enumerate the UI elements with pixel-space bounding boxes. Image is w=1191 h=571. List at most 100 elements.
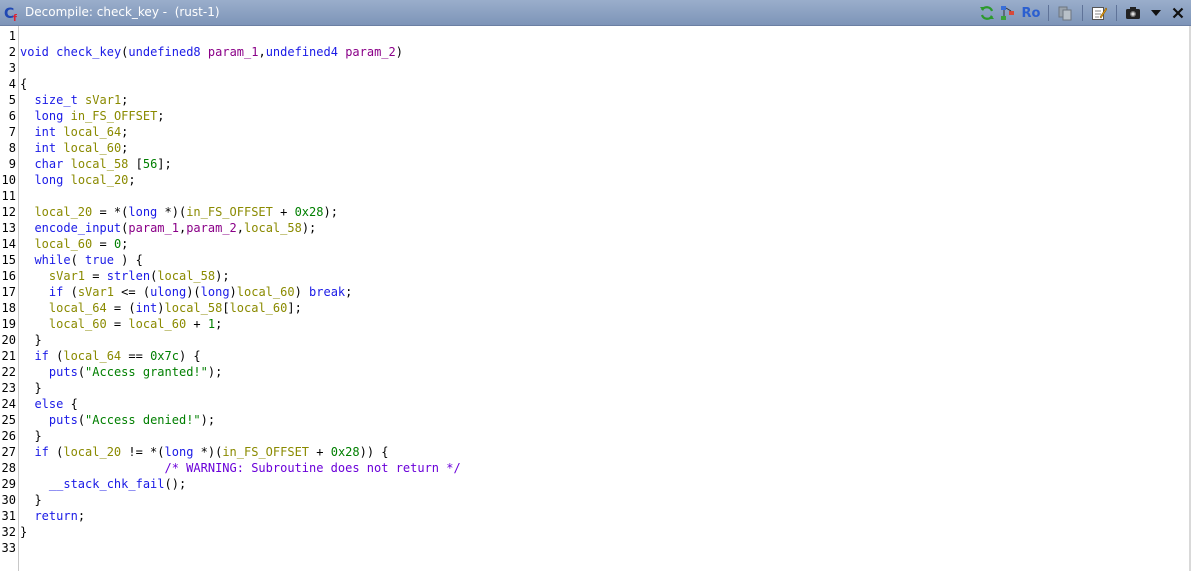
code-token-punc: ; <box>121 237 129 251</box>
code-token-param[interactable]: param_1 <box>128 221 179 235</box>
code-line[interactable]: 6 long in_FS_OFFSET; <box>0 108 1191 124</box>
code-line[interactable]: 33 <box>0 540 1191 556</box>
code-token-var[interactable]: local_60 <box>237 285 295 299</box>
code-line[interactable]: 11 <box>0 188 1191 204</box>
code-token-punc: ; <box>77 509 86 523</box>
window-titlebar: C f Decompile: check_key - (rust-1) Ro <box>0 0 1191 26</box>
code-token-var[interactable]: local_58 <box>71 157 129 171</box>
code-token-fn[interactable]: encode_input <box>34 221 121 235</box>
code-token-var[interactable]: local_60 <box>49 317 107 331</box>
code-token-var[interactable]: local_60 <box>34 237 92 251</box>
code-line[interactable]: 18 local_64 = (int)local_58[local_60]; <box>0 300 1191 316</box>
code-line[interactable]: 5 size_t sVar1; <box>0 92 1191 108</box>
edit-icon[interactable] <box>1090 3 1108 23</box>
code-token-var[interactable]: sVar1 <box>78 285 114 299</box>
code-line[interactable]: 3 <box>0 60 1191 76</box>
code-token-fn[interactable]: puts <box>49 365 78 379</box>
code-token-var[interactable]: local_64 <box>63 349 121 363</box>
code-line[interactable]: 31 return; <box>0 508 1191 524</box>
code-token-param[interactable]: param_2 <box>186 221 237 235</box>
code-line[interactable]: 23 } <box>0 380 1191 396</box>
code-token-fn[interactable]: strlen <box>107 269 150 283</box>
code-token-str: "Access granted!" <box>85 365 208 379</box>
code-token-var[interactable]: in_FS_OFFSET <box>71 109 158 123</box>
refresh-icon[interactable] <box>978 3 996 23</box>
code-line[interactable]: 9 char local_58 [56]; <box>0 156 1191 172</box>
code-line[interactable]: 16 sVar1 = strlen(local_58); <box>0 268 1191 284</box>
code-token-punc: ]; <box>157 157 172 171</box>
decompiler-code-view[interactable]: 1 2 void check_key(undefined8 param_1,unde… <box>0 28 1191 556</box>
code-token-punc <box>20 269 49 283</box>
line-number: 19 <box>1 317 16 331</box>
code-text: void check_key(undefined8 param_1,undefi… <box>20 44 403 60</box>
code-token-param[interactable]: param_2 <box>345 45 396 59</box>
code-line[interactable]: 10 long local_20; <box>0 172 1191 188</box>
code-token-punc: ); <box>200 413 216 427</box>
code-token-var[interactable]: local_20 <box>63 445 121 459</box>
code-token-punc: ) <box>229 285 237 299</box>
code-line[interactable]: 13 encode_input(param_1,param_2,local_58… <box>0 220 1191 236</box>
code-line[interactable]: 32} <box>0 524 1191 540</box>
code-line[interactable]: 27 if (local_20 != *(long *)(in_FS_OFFSE… <box>0 444 1191 460</box>
read-only-ro[interactable]: Ro <box>1020 3 1042 23</box>
code-line[interactable]: 26 } <box>0 428 1191 444</box>
code-token-punc: ( <box>70 253 86 267</box>
code-token-punc <box>63 157 70 171</box>
code-line[interactable]: 28 /* WARNING: Subroutine does not retur… <box>0 460 1191 476</box>
code-token-var[interactable]: sVar1 <box>49 269 85 283</box>
code-token-punc: == <box>121 349 151 363</box>
code-token-var[interactable]: in_FS_OFFSET <box>186 205 273 219</box>
code-token-punc <box>63 173 70 187</box>
code-line[interactable]: 1 <box>0 28 1191 44</box>
code-line[interactable]: 21 if (local_64 == 0x7c) { <box>0 348 1191 364</box>
code-line[interactable]: 30 } <box>0 492 1191 508</box>
code-token-param[interactable]: param_1 <box>208 45 259 59</box>
code-token-punc: *)( <box>157 205 187 219</box>
code-line[interactable]: 14 local_60 = 0; <box>0 236 1191 252</box>
snapshot-icon[interactable] <box>1124 3 1142 23</box>
menu-chevron-down-icon[interactable] <box>1148 3 1164 23</box>
code-line[interactable]: 12 local_20 = *(long *)(in_FS_OFFSET + 0… <box>0 204 1191 220</box>
code-line[interactable]: 29 __stack_chk_fail(); <box>0 476 1191 492</box>
code-line[interactable]: 4{ <box>0 76 1191 92</box>
close-icon[interactable] <box>1170 3 1186 23</box>
code-token-fn[interactable]: check_key <box>56 45 121 59</box>
code-token-kw: return <box>34 509 78 523</box>
code-token-var[interactable]: sVar1 <box>85 93 121 107</box>
code-token-punc: ; <box>345 285 353 299</box>
code-token-str: "Access denied!" <box>85 413 201 427</box>
code-token-punc: ); <box>323 205 338 219</box>
code-line[interactable]: 25 puts("Access denied!"); <box>0 412 1191 428</box>
line-number: 20 <box>1 333 16 347</box>
code-line[interactable]: 20 } <box>0 332 1191 348</box>
code-token-var[interactable]: local_58 <box>165 301 223 315</box>
code-line[interactable]: 22 puts("Access granted!"); <box>0 364 1191 380</box>
code-line[interactable]: 17 if (sVar1 <= (ulong)(long)local_60) b… <box>0 284 1191 300</box>
code-token-type: long <box>200 285 230 299</box>
code-token-var[interactable]: local_58 <box>244 221 302 235</box>
code-token-var[interactable]: local_60 <box>63 141 121 155</box>
code-line[interactable]: 2 void check_key(undefined8 param_1,undef… <box>0 44 1191 60</box>
code-text: puts("Access granted!"); <box>20 364 222 380</box>
code-token-var[interactable]: local_20 <box>71 173 129 187</box>
code-token-fn[interactable]: __stack_chk_fail <box>49 477 165 491</box>
code-line[interactable]: 24 else { <box>0 396 1191 412</box>
code-line[interactable]: 15 while( true ) { <box>0 252 1191 268</box>
code-token-var[interactable]: local_60 <box>230 301 288 315</box>
code-token-var[interactable]: local_58 <box>157 269 215 283</box>
graph-icon[interactable] <box>998 3 1018 23</box>
code-token-var[interactable]: in_FS_OFFSET <box>222 445 309 459</box>
code-text: } <box>20 524 27 540</box>
code-token-fn[interactable]: puts <box>49 413 78 427</box>
code-line[interactable]: 19 local_60 = local_60 + 1; <box>0 316 1191 332</box>
code-line[interactable]: 8 int local_60; <box>0 140 1191 156</box>
code-token-var[interactable]: local_60 <box>128 317 186 331</box>
code-line[interactable]: 7 int local_64; <box>0 124 1191 140</box>
code-token-var[interactable]: local_64 <box>49 301 107 315</box>
code-text: while( true ) { <box>20 252 142 268</box>
code-token-var[interactable]: local_20 <box>34 205 92 219</box>
copy-icon[interactable] <box>1056 3 1074 23</box>
code-token-punc <box>63 109 70 123</box>
code-token-var[interactable]: local_64 <box>63 125 121 139</box>
code-text: int local_64; <box>20 124 128 140</box>
